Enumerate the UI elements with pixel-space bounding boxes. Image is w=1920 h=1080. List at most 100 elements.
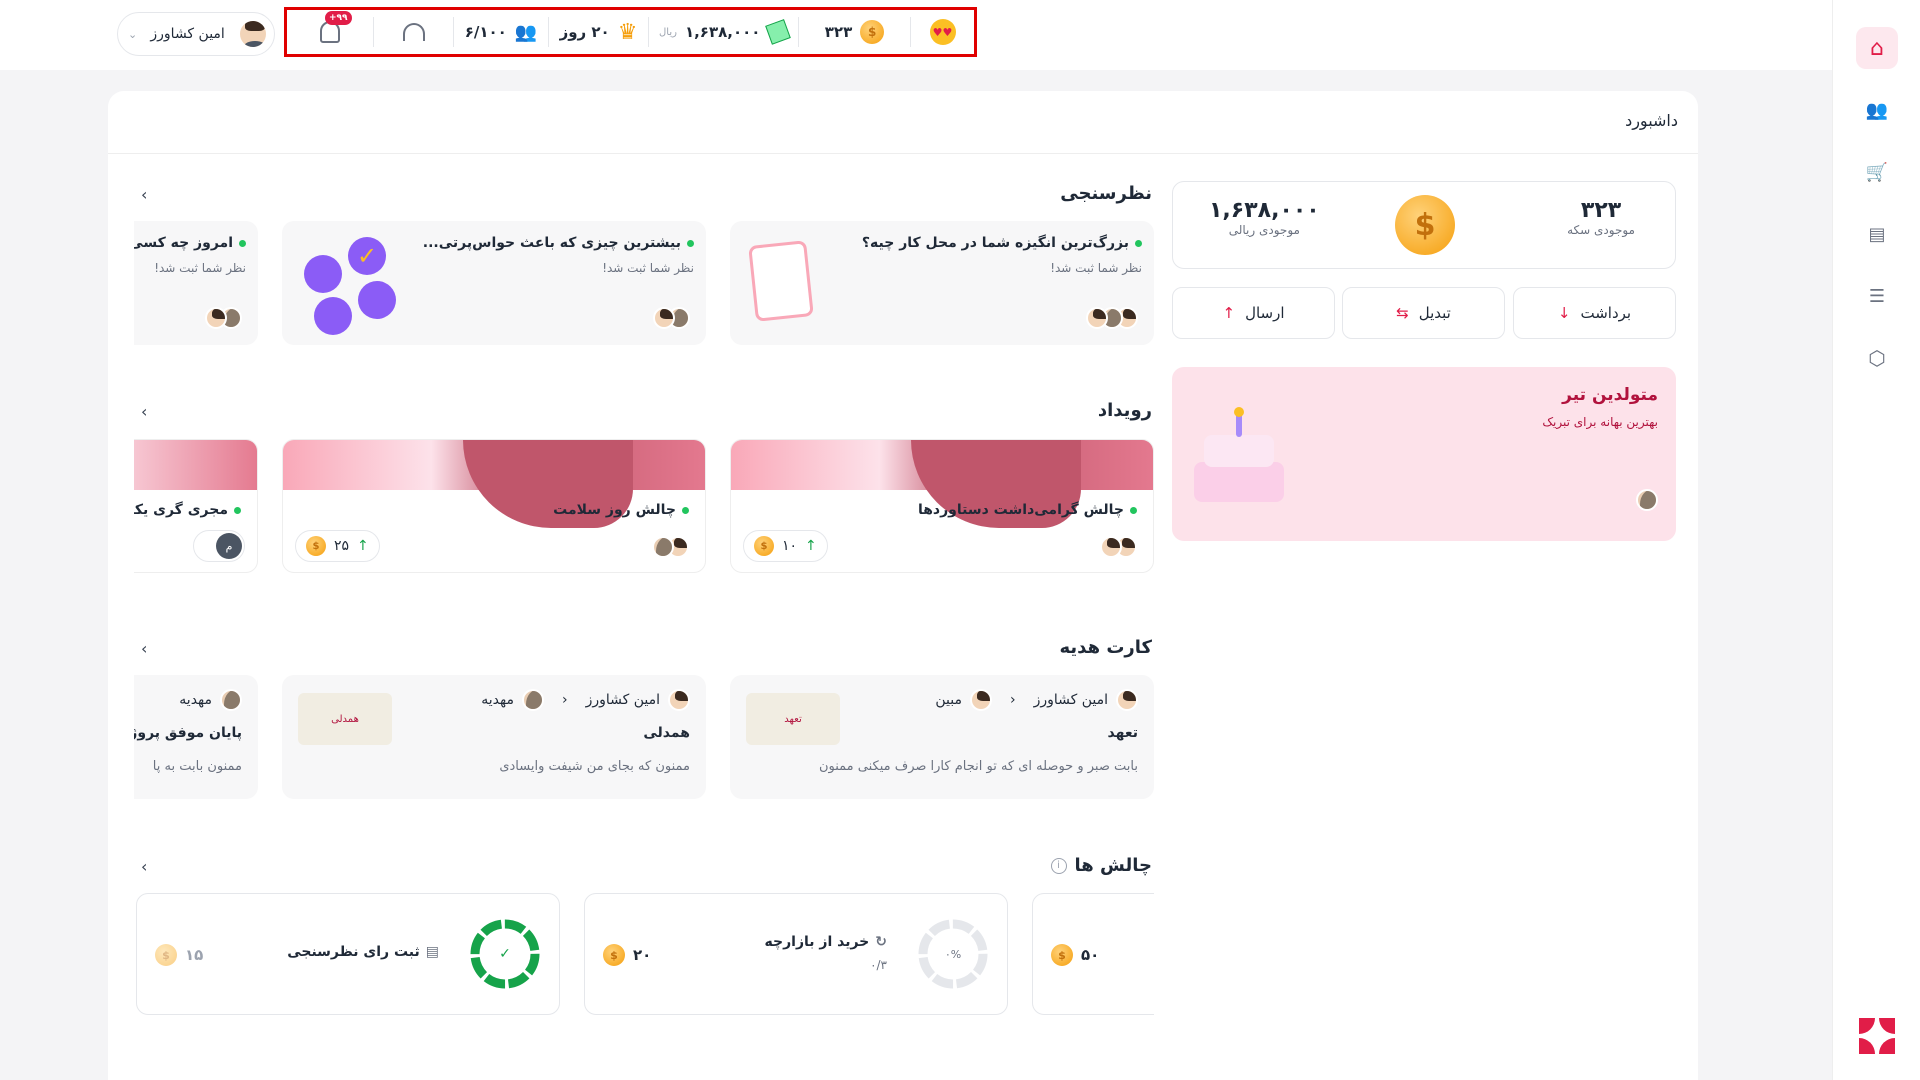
users-icon: 👥: [514, 21, 538, 43]
challenge-reward: $۱۵: [155, 944, 203, 966]
status-dot: [1130, 507, 1137, 514]
status-dot: [239, 240, 246, 247]
challenge-card[interactable]: $۵۰: [1032, 893, 1154, 1015]
event-title: چالش روز سلامت: [553, 502, 689, 518]
participants: [1100, 536, 1137, 558]
main-panel: داشبورد ۳۲۳ موجودی سکه $ ۱,۶۳۸,۰۰۰ موجود…: [108, 91, 1698, 1080]
gift-card-participants: امین کشاورز ‹ مهدیه: [481, 689, 690, 711]
coin-icon: $: [754, 536, 774, 556]
cake-illustration: [1194, 407, 1284, 507]
event-card[interactable]: چالش گرامی‌داشت دستاوردها $۱۰ ↑: [730, 439, 1154, 573]
chevron-left-icon[interactable]: ‹: [141, 857, 147, 876]
stats-bar: ♥♥ $ ۳۲۳ ۱,۶۳۸,۰۰۰ ریال ♛ ۲۰ روز 👥 ۶/۱۰۰…: [284, 7, 977, 57]
survey-card[interactable]: امروز چه کسی نظر شما ثبت شد!: [134, 221, 258, 345]
user-menu[interactable]: امین کشاورز ⌄: [117, 12, 275, 56]
reward-value: ۱۵: [185, 946, 204, 964]
challenges-heading: چالش ها: [1074, 855, 1152, 876]
reward-pill: $۲۵ ↑: [295, 530, 380, 562]
level-value: ۶/۱۰۰: [464, 23, 507, 41]
member-pill: م: [193, 530, 245, 562]
headset-icon: [402, 23, 425, 41]
refresh-icon: ↻: [875, 934, 887, 950]
streak-stat[interactable]: ♛ ۲۰ روز: [548, 17, 648, 47]
settings-icon: ⬡: [1868, 346, 1886, 370]
survey-card[interactable]: بزرگ‌ترین انگیزه شما در محل کار چیه؟ نظر…: [730, 221, 1154, 345]
send-button[interactable]: ارسال ↑: [1172, 287, 1335, 339]
avatar: [1636, 489, 1658, 511]
chevron-down-icon: ⌄: [128, 27, 138, 41]
progress-ring: ✓: [469, 918, 541, 990]
gift-card-message: بابت صبر و حوصله ای که تو انجام کارا صرف…: [818, 759, 1138, 774]
home-icon: ⌂: [1870, 35, 1884, 61]
event-card[interactable]: مجری گری یکر م: [134, 439, 258, 573]
sidebar-item-shop[interactable]: 🛒: [1856, 151, 1898, 193]
reward-value: ۵۰: [1081, 946, 1100, 964]
status-dot: [234, 507, 241, 514]
challenges-carousel: $۵۰ ۰% ↻ خرید از بازارچه ۰/۳ $۲۰ ✓ ▤ ثبت ر…: [134, 893, 1154, 1017]
status-dot: [1135, 240, 1142, 247]
chevron-left-icon[interactable]: ‹: [141, 185, 147, 204]
withdraw-label: برداشت: [1580, 304, 1632, 322]
survey-card[interactable]: بیشترین چیزی که باعث حواس‌پرتی... نظر شم…: [282, 221, 706, 345]
arrow-down-icon: ↓: [1557, 304, 1571, 322]
sidebar-item-home[interactable]: ⌂: [1856, 27, 1898, 69]
events-heading: رویداد: [1097, 400, 1152, 421]
sidebar-item-settings[interactable]: ⬡: [1856, 337, 1898, 379]
sliders-icon: ☰: [1868, 285, 1886, 307]
reward-value: ۲۰: [633, 946, 652, 964]
challenge-count: ۰/۳: [870, 958, 887, 972]
sender-avatar: [668, 689, 690, 711]
chevron-left-icon[interactable]: ‹: [141, 639, 147, 658]
birthday-title: متولدین تیر: [1562, 385, 1658, 405]
mood-stat[interactable]: ♥♥: [910, 17, 974, 47]
event-title-text: مجری گری یکر: [134, 502, 228, 518]
challenge-reward: $۲۰: [603, 944, 651, 966]
coin-icon: $: [1395, 195, 1455, 255]
event-title: چالش گرامی‌داشت دستاوردها: [918, 502, 1137, 518]
coins-stat[interactable]: $ ۳۲۳: [798, 17, 910, 47]
event-card[interactable]: چالش روز سلامت $۲۵ ↑: [282, 439, 706, 573]
reward-value: ۲۵: [334, 538, 350, 554]
participants: [653, 307, 690, 329]
reward-value: ۱۰: [782, 538, 798, 554]
challenge-card[interactable]: ✓ ▤ ثبت رای نظرسنجی $۱۵: [136, 893, 560, 1015]
convert-button[interactable]: تبدیل ⇆: [1342, 287, 1505, 339]
reward-pill: $۱۰ ↑: [743, 530, 828, 562]
survey-title-text: امروز چه کسی: [134, 235, 233, 251]
challenge-title: ▤ ثبت رای نظرسنجی: [287, 944, 439, 960]
rial-stat[interactable]: ۱,۶۳۸,۰۰۰ ریال: [648, 17, 798, 47]
gift-card[interactable]: مهدیه پایان موفق پروژه ممنون بابت به پا: [134, 675, 258, 799]
challenges-header: چالش ها i: [1050, 855, 1152, 876]
gift-cards-heading: کارت هدیه: [1059, 637, 1153, 658]
challenge-title-text: ثبت رای نظرسنجی: [287, 944, 420, 960]
sender-name: مهدیه: [179, 692, 212, 708]
podium-icon: ▤: [425, 944, 439, 960]
check-icon: ✓: [499, 946, 511, 962]
challenge-title-text: خرید از بازارچه: [764, 934, 870, 950]
sidebar-item-users[interactable]: 👥: [1856, 89, 1898, 131]
chevron-left-icon: ‹: [1009, 692, 1016, 708]
brand-logo: [1859, 1018, 1895, 1054]
info-icon[interactable]: i: [1050, 857, 1067, 874]
challenge-card[interactable]: ۰% ↻ خرید از بازارچه ۰/۳ $۲۰: [584, 893, 1008, 1015]
withdraw-button[interactable]: برداشت ↓: [1513, 287, 1676, 339]
rial-value: ۱,۶۳۸,۰۰۰: [684, 23, 761, 41]
chevron-left-icon[interactable]: ‹: [141, 402, 147, 421]
gift-card[interactable]: امین کشاورز ‹ مبین تعهد بابت صبر و حوصله…: [730, 675, 1154, 799]
sidebar-item-reports[interactable]: ▤: [1856, 213, 1898, 255]
events-carousel: چالش گرامی‌داشت دستاوردها $۱۰ ↑ چالش روز …: [134, 439, 1154, 575]
sidebar: ⌂ 👥 🛒 ▤ ☰ ⬡: [1832, 0, 1920, 1080]
coins-balance-label: موجودی سکه: [1567, 223, 1635, 237]
support-button[interactable]: [373, 17, 453, 47]
birthday-card[interactable]: متولدین تیر بهترین بهانه برای تبریک: [1172, 367, 1676, 541]
gift-card[interactable]: امین کشاورز ‹ مهدیه همدلی ممنون که بجای …: [282, 675, 706, 799]
participants: [1086, 307, 1138, 329]
coin-icon: $: [155, 944, 177, 966]
gift-cards-carousel: امین کشاورز ‹ مبین تعهد بابت صبر و حوصله…: [134, 675, 1154, 801]
sidebar-item-filters[interactable]: ☰: [1856, 275, 1898, 317]
arrow-up-icon: ↑: [357, 538, 369, 554]
title-divider: [108, 153, 1698, 154]
notifications-button[interactable]: +۹۹: [287, 11, 373, 47]
coins-balance-value: ۳۲۳: [1580, 198, 1622, 223]
level-stat[interactable]: 👥 ۶/۱۰۰: [453, 17, 548, 47]
